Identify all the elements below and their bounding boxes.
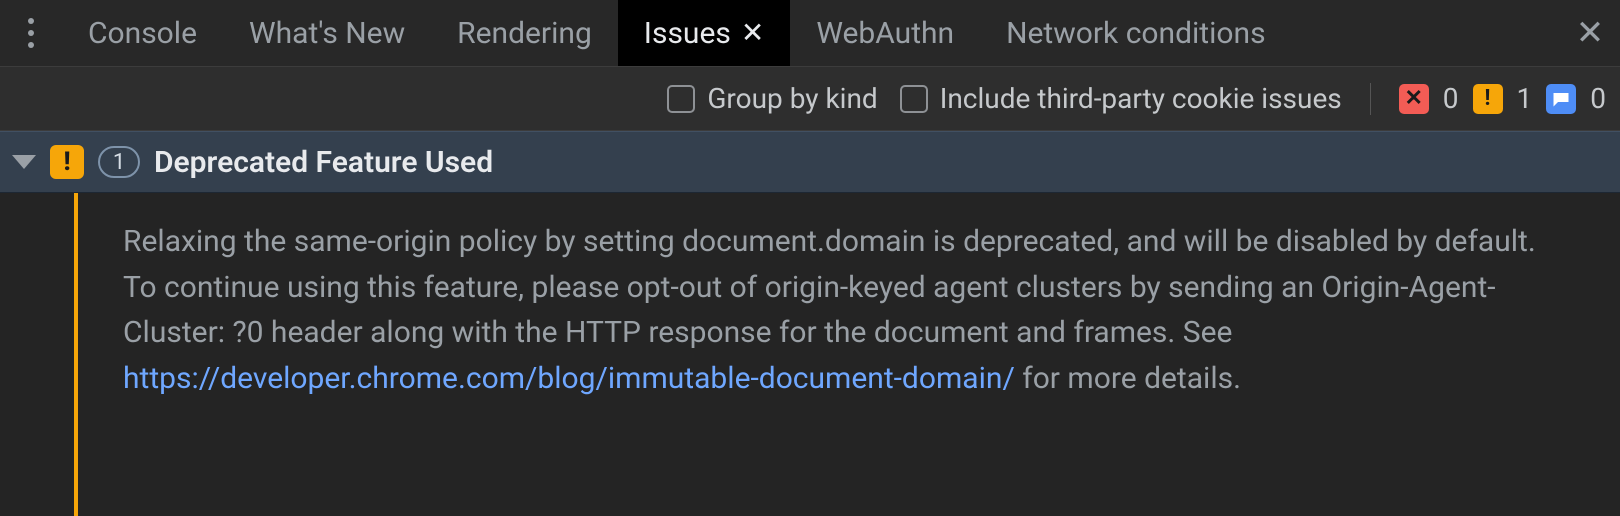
more-tabs-menu[interactable] bbox=[0, 0, 62, 66]
chat-icon bbox=[1552, 91, 1570, 107]
error-count: 0 bbox=[1443, 82, 1459, 115]
tab-label: Console bbox=[88, 16, 197, 51]
issue-title: Deprecated Feature Used bbox=[154, 145, 493, 180]
issue-gutter bbox=[0, 193, 79, 516]
info-badge-icon[interactable] bbox=[1546, 84, 1576, 114]
issues-toolbar: Group by kind Include third-party cookie… bbox=[0, 67, 1620, 131]
chevron-down-icon bbox=[12, 155, 36, 169]
checkbox-icon bbox=[667, 85, 695, 113]
tab-label: Issues bbox=[644, 16, 731, 51]
close-icon: ✕ bbox=[1576, 13, 1605, 53]
issue-count-pill: 1 bbox=[98, 146, 140, 178]
checkbox-label: Include third-party cookie issues bbox=[940, 82, 1342, 115]
tab-console[interactable]: Console bbox=[62, 0, 223, 66]
kebab-icon bbox=[28, 18, 34, 48]
tab-whats-new[interactable]: What's New bbox=[223, 0, 431, 66]
issue-learn-more-link[interactable]: https://developer.chrome.com/blog/immuta… bbox=[123, 361, 1015, 396]
close-drawer-button[interactable]: ✕ bbox=[1560, 0, 1620, 66]
include-third-party-checkbox[interactable]: Include third-party cookie issues bbox=[900, 82, 1342, 115]
severity-indicator bbox=[74, 193, 78, 516]
tab-rendering[interactable]: Rendering bbox=[431, 0, 618, 66]
checkbox-icon bbox=[900, 85, 928, 113]
tab-label: WebAuthn bbox=[816, 16, 954, 51]
tab-issues[interactable]: Issues ✕ bbox=[618, 0, 791, 66]
tab-label: What's New bbox=[249, 16, 405, 51]
warning-count: 1 bbox=[1517, 82, 1533, 115]
toolbar-divider bbox=[1370, 83, 1371, 115]
tab-network-conditions[interactable]: Network conditions bbox=[980, 0, 1291, 66]
checkbox-label: Group by kind bbox=[707, 82, 877, 115]
close-icon[interactable]: ✕ bbox=[741, 19, 764, 47]
warning-badge-icon[interactable]: ! bbox=[1473, 84, 1503, 114]
warning-icon: ! bbox=[50, 145, 84, 179]
error-badge-icon[interactable]: ✕ bbox=[1399, 84, 1429, 114]
issue-text-part: Relaxing the same-origin policy by setti… bbox=[123, 224, 1536, 350]
issue-row-header[interactable]: ! 1 Deprecated Feature Used bbox=[0, 131, 1620, 193]
drawer-tab-bar: Console What's New Rendering Issues ✕ We… bbox=[0, 0, 1620, 67]
issue-counts: ✕ 0 ! 1 0 bbox=[1399, 82, 1606, 115]
issue-description: Relaxing the same-origin policy by setti… bbox=[79, 193, 1620, 516]
info-count: 0 bbox=[1590, 82, 1606, 115]
issue-text-part: for more details. bbox=[1015, 361, 1241, 396]
tab-label: Network conditions bbox=[1006, 16, 1265, 51]
tab-label: Rendering bbox=[457, 16, 592, 51]
group-by-kind-checkbox[interactable]: Group by kind bbox=[667, 82, 877, 115]
tab-webauthn[interactable]: WebAuthn bbox=[790, 0, 980, 66]
tabs-container: Console What's New Rendering Issues ✕ We… bbox=[62, 0, 1292, 66]
issue-body: Relaxing the same-origin policy by setti… bbox=[0, 193, 1620, 516]
